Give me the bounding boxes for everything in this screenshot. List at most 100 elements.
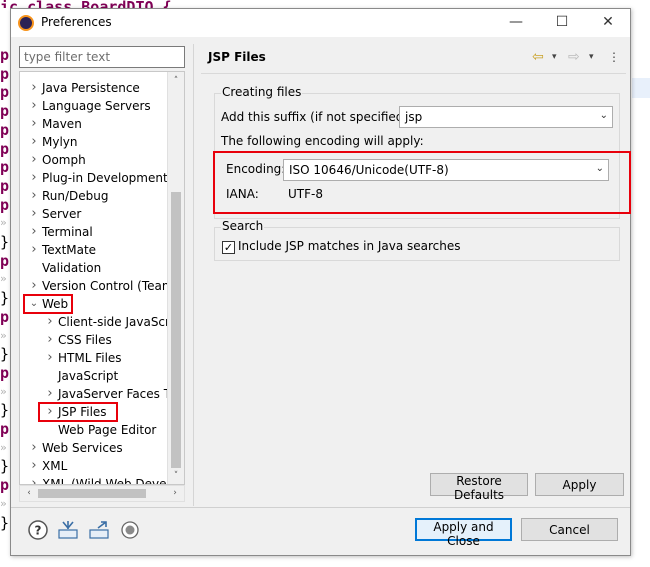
tree-item[interactable]: › HTML Files [20, 349, 168, 367]
back-arrow-icon[interactable]: ⇦ [532, 47, 544, 67]
editor-line: » [0, 440, 7, 454]
export-icon[interactable] [88, 519, 110, 541]
scroll-left-icon[interactable]: ‹ [21, 486, 37, 501]
tree-item[interactable]: JavaScript [20, 367, 168, 385]
editor-line: } [0, 345, 10, 364]
tree-item-label: JavaScript [58, 369, 119, 383]
restore-defaults-button[interactable]: Restore Defaults [430, 473, 528, 502]
chevron-right-icon[interactable]: › [28, 475, 40, 484]
tree-item[interactable]: ⌄ Web [20, 295, 168, 313]
filter-input[interactable] [19, 46, 185, 68]
forward-dropdown-icon[interactable]: ▾ [589, 47, 594, 67]
view-menu-icon[interactable]: ⋮ [608, 47, 620, 67]
tree-item-label: CSS Files [58, 333, 112, 347]
chevron-right-icon[interactable]: › [28, 223, 40, 241]
chevron-right-icon[interactable]: › [28, 115, 40, 133]
tree-item[interactable]: › Client-side JavaScript [20, 313, 184, 331]
chevron-right-icon[interactable]: › [28, 457, 40, 475]
encoding-combo[interactable]: ISO 10646/Unicode(UTF-8) ⌄ [283, 159, 609, 181]
chevron-right-icon[interactable]: › [44, 385, 56, 403]
tree-item[interactable]: Validation [20, 259, 168, 277]
tree-item[interactable]: › Mylyn [20, 133, 168, 151]
help-icon[interactable]: ? [27, 519, 49, 541]
tree-item[interactable]: › JSP Files [20, 403, 168, 421]
tree-item-label: Plug-in Development [42, 171, 168, 185]
close-button[interactable]: ✕ [585, 9, 631, 37]
chevron-right-icon[interactable]: › [28, 241, 40, 259]
tree-item-label: Mylyn [42, 135, 78, 149]
chevron-right-icon[interactable]: › [44, 331, 56, 349]
editor-line: p [0, 46, 10, 64]
tree-item[interactable]: › Language Servers [20, 97, 168, 115]
cancel-button[interactable]: Cancel [521, 518, 618, 541]
editor-line: p [0, 64, 10, 83]
tree-item-label: Server [42, 207, 82, 221]
tree-item-label: JavaServer Faces Tools [58, 387, 185, 401]
editor-line: p [0, 83, 10, 102]
tree-item-label: Web Page Editor [58, 423, 157, 437]
tree-item-label: TextMate [42, 243, 97, 257]
tree-vertical-scrollbar[interactable]: ˄ ˅ [167, 72, 184, 484]
import-icon[interactable] [57, 519, 79, 541]
tree-item[interactable]: › Run/Debug [20, 187, 168, 205]
help-icon-glyph: ? [35, 524, 42, 538]
apply-button[interactable]: Apply [535, 473, 624, 496]
tree-item[interactable]: › JavaServer Faces Tools [20, 385, 184, 403]
chevron-right-icon[interactable]: › [28, 439, 40, 457]
encoding-note: The following encoding will apply: [221, 134, 424, 148]
tree-horizontal-scrollbar[interactable]: ‹ › [19, 485, 185, 502]
chevron-right-icon[interactable]: › [28, 79, 40, 97]
minimize-button[interactable]: — [493, 9, 539, 37]
tree-item-label: XML (Wild Web Developer) [42, 477, 184, 485]
chevron-right-icon[interactable]: › [28, 277, 40, 295]
preference-tree[interactable]: › Java Persistence › Language Servers › Maven… [19, 71, 185, 485]
tree-item[interactable]: ›XML (Wild Web Developer) [20, 475, 184, 484]
scroll-down-icon[interactable]: ˅ [168, 468, 184, 484]
include-jsp-checkbox[interactable]: ✓ [222, 241, 235, 254]
chevron-right-icon[interactable]: › [44, 349, 56, 367]
editor-line: p [0, 476, 10, 495]
chevron-right-icon[interactable]: › [28, 187, 40, 205]
tree-item[interactable]: › Oomph [20, 151, 168, 169]
search-label: Search [221, 219, 265, 233]
tree-item[interactable]: › Java Persistence [20, 79, 168, 97]
chevron-down-icon[interactable]: ⌄ [28, 295, 40, 313]
tree-item-label: Terminal [42, 225, 93, 239]
chevron-right-icon[interactable]: › [28, 151, 40, 169]
suffix-combo[interactable]: jsp ⌄ [399, 106, 613, 128]
scroll-right-icon[interactable]: › [167, 486, 183, 501]
chevron-right-icon[interactable]: › [28, 205, 40, 223]
chevron-right-icon[interactable]: › [28, 169, 40, 187]
chevron-right-icon[interactable]: › [28, 133, 40, 151]
panel-divider[interactable] [193, 44, 194, 506]
back-dropdown-icon[interactable]: ▾ [552, 47, 557, 67]
editor-line: » [0, 272, 7, 286]
maximize-button[interactable]: ☐ [539, 9, 585, 37]
tree-item[interactable]: › Version Control (Team) [20, 277, 178, 295]
eclipse-icon [18, 15, 34, 31]
tree-item-label: Oomph [42, 153, 86, 167]
scroll-up-icon[interactable]: ˄ [168, 73, 184, 89]
suffix-value: jsp [405, 110, 423, 124]
forward-arrow-icon[interactable]: ⇨ [568, 47, 580, 67]
apply-and-close-button[interactable]: Apply and Close [415, 518, 512, 548]
chevron-right-icon[interactable]: › [44, 403, 56, 421]
scroll-thumb-horizontal[interactable] [38, 489, 146, 498]
tree-item[interactable]: › Terminal [20, 223, 168, 241]
tree-item[interactable]: › CSS Files [20, 331, 168, 349]
chevron-right-icon[interactable]: › [28, 97, 40, 115]
tree-item[interactable]: › Server [20, 205, 168, 223]
tree-item[interactable]: › XML [20, 457, 168, 475]
tree-item-label: Language Servers [42, 99, 151, 113]
tree-item[interactable]: › Maven [20, 115, 168, 133]
tree-item[interactable]: › Plug-in Development [20, 169, 168, 187]
tree-item-label: Client-side JavaScript [58, 315, 185, 329]
oomph-record-icon[interactable] [119, 519, 141, 541]
tree-item[interactable]: Web Page Editor [20, 421, 168, 439]
tree-item[interactable]: › Web Services [20, 439, 168, 457]
chevron-right-icon[interactable]: › [44, 313, 56, 331]
editor-line: » [0, 384, 7, 398]
tree-item[interactable]: › TextMate [20, 241, 168, 259]
scroll-thumb[interactable] [171, 192, 181, 468]
editor-line: p [0, 102, 10, 121]
